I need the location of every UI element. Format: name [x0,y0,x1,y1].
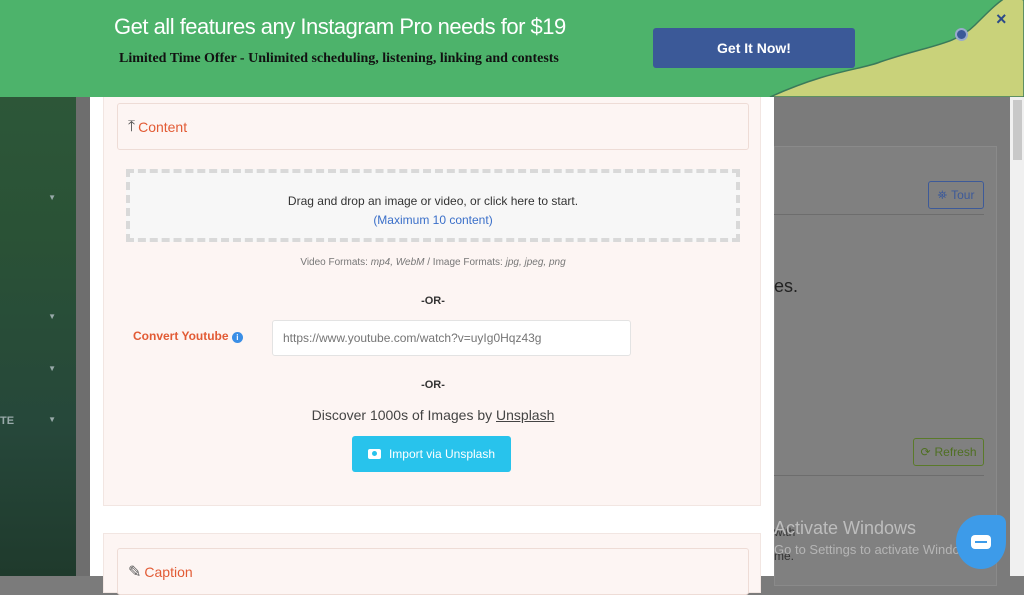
discover-text: Discover 1000s of Images by Unsplash [311,407,555,423]
upload-icon: ⤒ [128,117,136,135]
activate-windows-subtitle: Go to Settings to activate Windows. [774,542,980,557]
divider [774,475,984,476]
promo-banner: Get all features any Instagram Pro needs… [0,0,1024,97]
camera-icon [367,449,381,459]
caret-down-icon: ▼ [48,415,56,424]
import-label: Import via Unsplash [388,447,496,461]
caret-down-icon: ▼ [48,364,56,373]
activate-windows-title: Activate Windows [774,518,917,538]
caption-title: Caption [144,563,193,580]
youtube-label: Convert Youtube i [133,329,243,343]
get-it-now-button[interactable]: Get It Now! [653,28,855,68]
banner-subtitle: Limited Time Offer - Unlimited schedulin… [119,51,559,66]
banner-title: Get all features any Instagram Pro needs… [114,14,566,39]
content-panel: ⤒ Content Drag and drop an image or vide… [103,90,761,506]
refresh-label: Refresh [934,445,977,459]
scrollbar-thumb[interactable] [1013,100,1022,160]
sidebar-item[interactable]: TE ▼ [0,415,70,427]
dropzone-text: Drag and drop an image or video, or clic… [287,194,579,208]
or-divider: -OR- [421,379,445,391]
tour-label: Tour [951,188,975,202]
dropzone-max: (Maximum 10 content) [373,213,493,227]
unsplash-link[interactable]: Unsplash [496,407,554,423]
chat-button[interactable] [956,515,1006,569]
background-text: es. [774,276,799,296]
close-icon[interactable]: × [996,9,1007,30]
content-header: ⤒ Content [117,103,749,150]
divider [774,214,984,215]
caption-panel: ✎ Caption [103,533,761,595]
banner-dot [955,28,968,41]
refresh-button[interactable]: ⟳ Refresh [913,438,984,466]
tour-button[interactable]: ⛯ Tour [928,181,984,209]
refresh-icon: ⟳ [920,445,931,459]
dropzone[interactable]: Drag and drop an image or video, or clic… [126,169,740,242]
formats-note: Video Formats: mp4, WebM / Image Formats… [300,257,566,268]
import-unsplash-button[interactable]: Import via Unsplash [352,436,511,472]
caret-down-icon: ▼ [48,312,56,321]
or-divider: -OR- [421,295,445,307]
chat-icon [971,535,991,549]
caption-header: ✎ Caption [117,548,749,595]
caret-down-icon: ▼ [48,193,56,202]
sidebar-item-label: TE [0,415,15,427]
youtube-url-input[interactable] [272,320,631,356]
binoculars-icon: ⛯ [937,187,948,202]
content-title: Content [138,118,188,135]
info-icon[interactable]: i [231,332,243,343]
edit-icon: ✎ [128,563,142,581]
